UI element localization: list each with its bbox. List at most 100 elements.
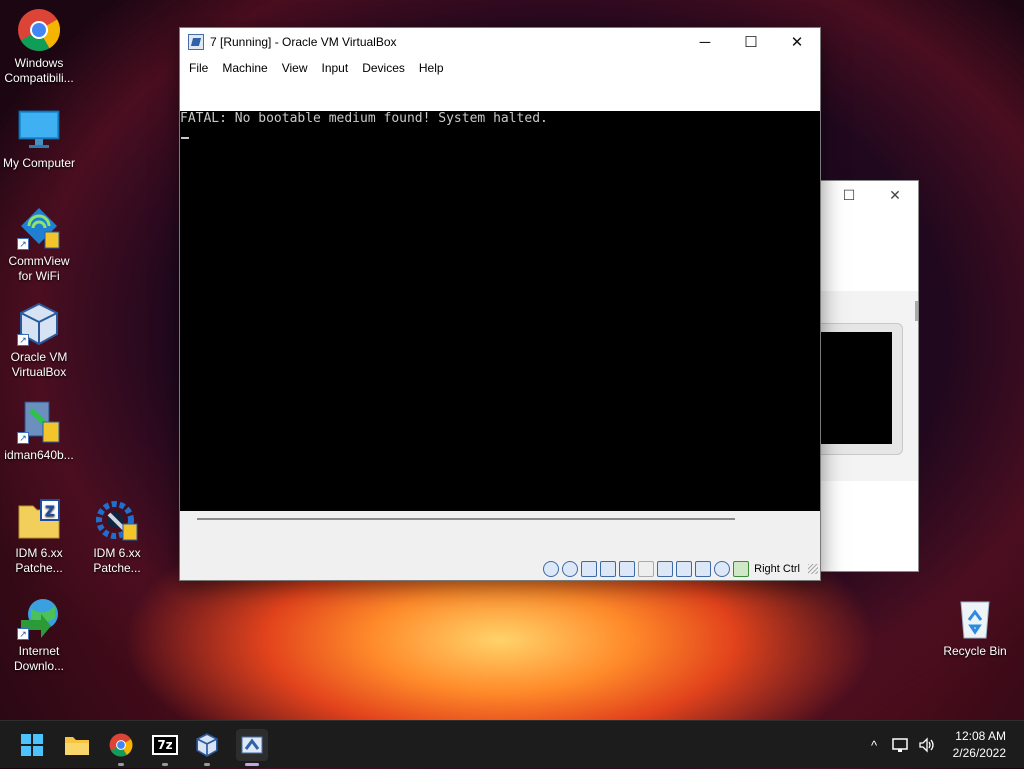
console-cursor (181, 137, 189, 139)
close-button[interactable]: ✕ (872, 187, 918, 204)
installer-icon: ↗ (17, 400, 61, 444)
vm-console-screen[interactable]: FATAL: No bootable medium found! System … (180, 111, 820, 511)
menu-bar: File Machine View Input Devices Help (180, 56, 820, 80)
taskbar-7zip[interactable]: 7z (149, 729, 181, 766)
shortcut-arrow-icon: ↗ (17, 334, 29, 346)
desktop-icon-label: Patche... (93, 561, 141, 575)
taskbar-chrome[interactable] (105, 729, 137, 766)
menu-help[interactable]: Help (412, 61, 451, 75)
chrome-icon (17, 8, 61, 52)
wifi-shield-icon: ↗ (17, 206, 61, 250)
recording-icon[interactable] (676, 561, 693, 577)
menu-input[interactable]: Input (315, 61, 356, 75)
taskbar-virtualbox[interactable] (191, 729, 223, 766)
network-icon[interactable] (600, 561, 617, 577)
vertical-scrollbar[interactable] (915, 301, 918, 321)
desktop-icon-idm-patch-exe[interactable]: IDM 6.xx Patche... (78, 498, 156, 576)
taskbar: 7z ^ 12:08 AM 2/26/2022 (0, 720, 1024, 768)
system-tray: ^ (864, 721, 936, 769)
cpu-icon[interactable] (695, 561, 712, 577)
file-explorer-icon (65, 737, 89, 755)
desktop-icon-idman-installer[interactable]: ↗ idman640b... (0, 400, 78, 463)
shortcut-arrow-icon: ↗ (17, 432, 29, 444)
status-bar: Right Ctrl (543, 558, 820, 580)
menu-devices[interactable]: Devices (355, 61, 412, 75)
zip-folder-icon: Z (17, 498, 61, 542)
clock[interactable]: 12:08 AM 2/26/2022 (953, 728, 1006, 762)
desktop-icon-windows-compat[interactable]: Windows Compatibili... (0, 8, 78, 86)
minimize-button[interactable]: ─ (682, 28, 728, 56)
desktop-icon-my-computer[interactable]: My Computer (0, 108, 78, 171)
idm-globe-icon: ↗ (17, 596, 61, 640)
window-title: 7 [Running] - Oracle VM VirtualBox (210, 35, 397, 49)
virtualbox-vm-icon (241, 736, 263, 754)
maximize-button[interactable]: ☐ (826, 187, 872, 204)
background-window[interactable]: ☐ ✕ (820, 181, 918, 571)
virtualbox-vm-icon (188, 34, 204, 50)
display-icon[interactable] (657, 561, 674, 577)
desktop-icon-label: Compatibili... (4, 71, 74, 85)
window-controls: ─ ☐ ✕ (682, 28, 820, 56)
usb-icon[interactable] (619, 561, 636, 577)
scroll-area: Right Ctrl (180, 511, 820, 580)
title-bar[interactable]: 7 [Running] - Oracle VM VirtualBox ─ ☐ ✕ (180, 28, 820, 56)
desktop-icon-label: Patche... (15, 561, 63, 575)
optical-drive-icon[interactable] (562, 561, 579, 577)
desktop-icon-label: Internet (18, 644, 60, 658)
desktop-icon-label: IDM 6.xx (93, 546, 141, 560)
close-button[interactable]: ✕ (774, 28, 820, 56)
desktop-icon-recycle-bin[interactable]: Recycle Bin (936, 596, 1014, 659)
menu-view[interactable]: View (275, 61, 315, 75)
audio-icon[interactable] (581, 561, 598, 577)
chrome-icon (109, 733, 133, 757)
desktop-icon-label: for WiFi (18, 269, 60, 283)
background-window-controls: ☐ ✕ (820, 181, 918, 209)
desktop-icon-label: My Computer (2, 156, 76, 170)
volume-icon[interactable] (918, 737, 936, 753)
host-key-label: Right Ctrl (754, 563, 800, 575)
desktop-icon-label: CommView (8, 254, 70, 268)
active-indicator (245, 763, 259, 766)
vm-preview-thumbnail (820, 323, 903, 455)
svg-text:Z: Z (45, 504, 55, 520)
horizontal-scrollbar[interactable] (197, 518, 735, 520)
taskbar-virtualbox-vm[interactable] (236, 729, 268, 766)
shortcut-arrow-icon: ↗ (17, 238, 29, 250)
recycle-bin-icon (953, 596, 997, 640)
running-indicator (118, 763, 124, 766)
mouse-integration-icon[interactable] (714, 561, 731, 577)
shortcut-arrow-icon: ↗ (17, 628, 29, 640)
desktop-icon-virtualbox[interactable]: ↗ Oracle VM VirtualBox (0, 302, 78, 380)
running-indicator (204, 763, 210, 766)
virtualbox-icon: ↗ (17, 302, 61, 346)
hard-disk-icon[interactable] (543, 561, 560, 577)
menu-file[interactable]: File (182, 61, 215, 75)
desktop-icon-label: idman640b... (4, 448, 74, 462)
7zip-icon: 7z (152, 735, 178, 755)
start-button[interactable] (16, 729, 48, 761)
desktop-icon-label: Windows (14, 56, 64, 70)
clock-date: 2/26/2022 (952, 746, 1006, 760)
keyboard-capture-icon[interactable] (733, 561, 750, 577)
maximize-button[interactable]: ☐ (728, 28, 774, 56)
desktop-icon-commview[interactable]: ↗ CommView for WiFi (0, 206, 78, 284)
network-icon[interactable] (892, 737, 910, 753)
taskbar-file-explorer[interactable] (61, 729, 93, 761)
desktop-icon-label: Downlo... (13, 659, 65, 673)
desktop-icon-label: Oracle VM (10, 350, 68, 364)
running-indicator (162, 763, 168, 766)
console-message: FATAL: No bootable medium found! System … (180, 111, 548, 126)
show-hidden-icons-chevron-icon[interactable]: ^ (864, 738, 884, 753)
resize-grip[interactable] (808, 564, 818, 574)
menu-machine[interactable]: Machine (215, 61, 274, 75)
desktop-icon-internet-download-manager[interactable]: ↗ Internet Downlo... (0, 596, 78, 674)
monitor-icon (17, 108, 61, 152)
desktop-icon-idm-patch-zip[interactable]: Z IDM 6.xx Patche... (0, 498, 78, 576)
desktop-icon-label: Recycle Bin (943, 644, 1007, 658)
gear-wrench-icon (95, 498, 139, 542)
clock-time: 12:08 AM (955, 729, 1006, 743)
virtualbox-vm-window[interactable]: 7 [Running] - Oracle VM VirtualBox ─ ☐ ✕… (180, 28, 820, 580)
desktop-icon-label: IDM 6.xx (15, 546, 63, 560)
shared-folders-icon[interactable] (638, 561, 655, 577)
windows-start-icon (21, 734, 43, 756)
